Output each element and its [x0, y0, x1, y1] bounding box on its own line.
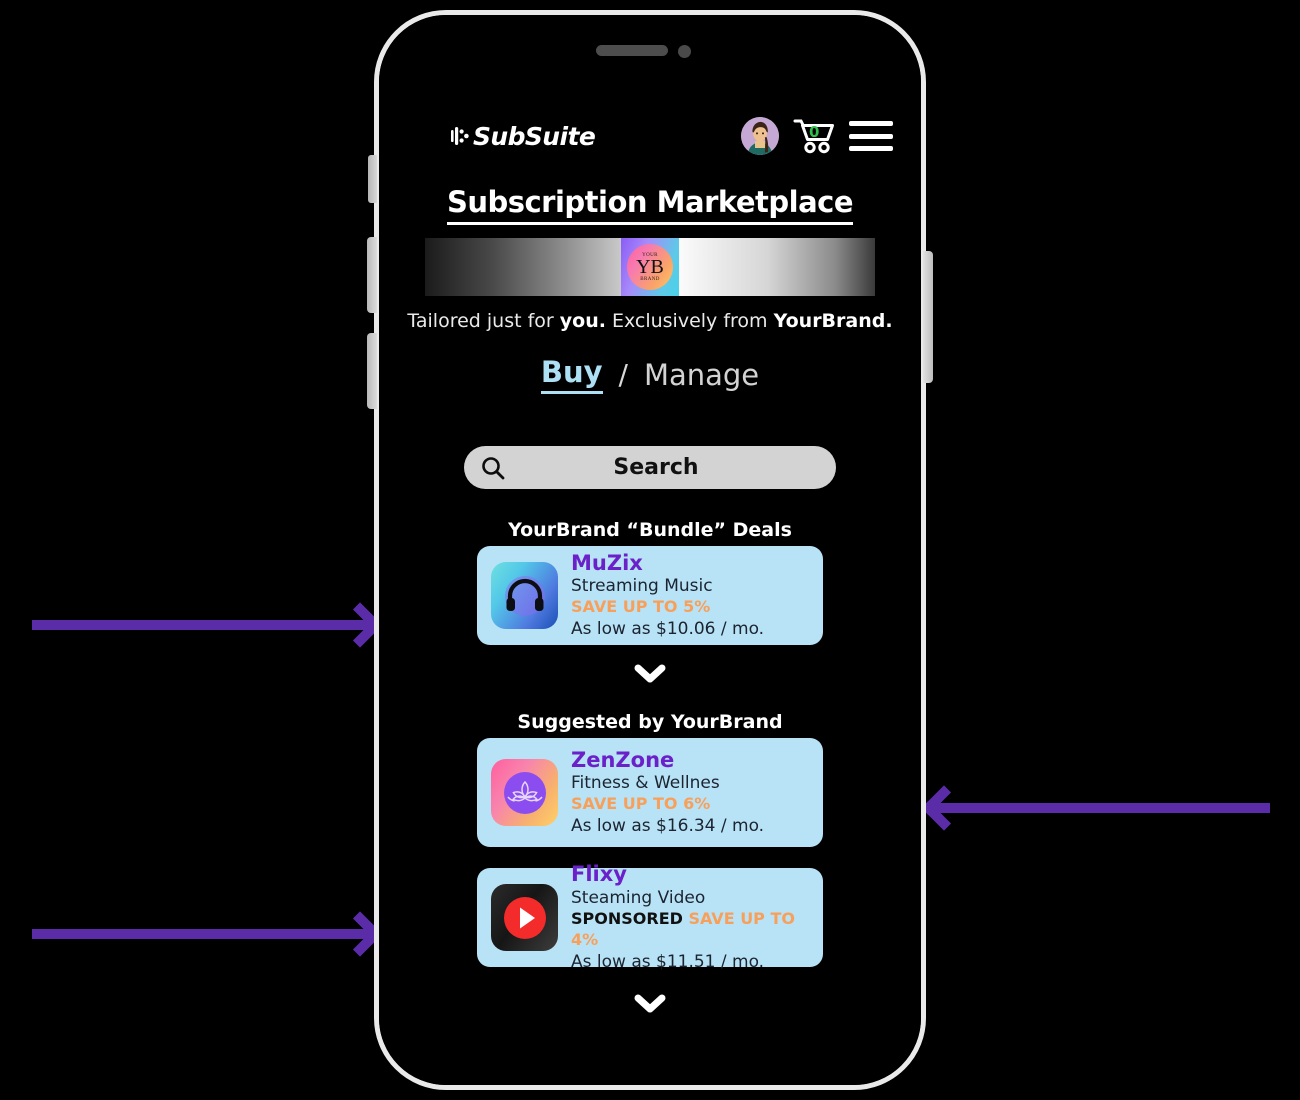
- tagline-bold-you: you.: [559, 310, 606, 332]
- headphones-icon: [491, 562, 558, 629]
- headphones-glyph: [504, 575, 545, 616]
- menu-bar-3: [849, 146, 893, 151]
- tab-manage[interactable]: Manage: [644, 358, 759, 392]
- menu-bar-2: [849, 133, 893, 139]
- product-card-flixy[interactable]: Flixy Steaming Video SPONSORED SAVE UP T…: [477, 862, 823, 972]
- play-glyph: [503, 896, 546, 939]
- card-promo: SPONSORED SAVE UP TO 4%: [571, 909, 809, 951]
- card-body-flixy: Flixy Steaming Video SPONSORED SAVE UP T…: [571, 862, 809, 973]
- badge-bottom-text: BRAND: [640, 276, 660, 282]
- card-body-muzix: MuZix Streaming Music SAVE UP TO 5% As l…: [571, 551, 809, 641]
- phone-frame: SubSuite 0 Subscription Marketplace YOUR…: [367, 10, 933, 1090]
- annotation-arrow-flixy: [32, 929, 372, 939]
- banner-gradient-right: [679, 238, 875, 296]
- card-promo: SAVE UP TO 5%: [571, 597, 809, 618]
- volume-down-button[interactable]: [367, 333, 377, 409]
- card-category: Streaming Music: [571, 576, 713, 597]
- play-button-icon: [491, 884, 558, 951]
- cart-count-badge: 0: [809, 123, 820, 141]
- product-card-muzix[interactable]: MuZix Streaming Music SAVE UP TO 5% As l…: [477, 546, 823, 645]
- search-placeholder: Search: [613, 455, 699, 480]
- magnifier-icon: [482, 456, 505, 479]
- section-heading-bundle: YourBrand “Bundle” Deals: [508, 519, 792, 541]
- tab-buy[interactable]: Buy: [540, 355, 603, 394]
- chevron-down-icon: [634, 664, 666, 683]
- user-avatar-icon: [741, 117, 779, 155]
- card-sponsored-badge: SPONSORED: [571, 909, 683, 929]
- card-promo-save: SAVE UP TO 5%: [571, 597, 711, 617]
- volume-up-button[interactable]: [367, 237, 377, 313]
- yourbrand-badge: YOUR YB BRAND: [627, 244, 673, 290]
- lotus-icon: [491, 759, 558, 826]
- tab-row: Buy / Manage: [379, 355, 921, 394]
- tab-separator: /: [618, 358, 628, 391]
- badge-monogram: YB: [636, 255, 664, 278]
- soundwave-icon: [451, 127, 469, 145]
- power-button[interactable]: [923, 251, 933, 383]
- app-header: SubSuite 0: [379, 105, 921, 167]
- expand-suggested-button[interactable]: [379, 993, 921, 1015]
- brand-logo-text: SubSuite: [473, 121, 596, 151]
- tagline-bold-brand: YourBrand.: [773, 310, 893, 332]
- banner-brand-tile: YOUR YB BRAND: [621, 238, 679, 296]
- menu-bar-1: [849, 121, 893, 126]
- speaker-grille-icon: [596, 45, 668, 56]
- card-price: As low as $16.34 / mo.: [571, 816, 765, 837]
- card-name: MuZix: [571, 550, 643, 575]
- card-category: Steaming Video: [571, 888, 706, 908]
- lotus-glyph: [503, 771, 546, 814]
- annotation-arrow-zenzone: [932, 803, 1270, 813]
- expand-bundle-button[interactable]: [379, 663, 921, 685]
- page-title: Subscription Marketplace: [379, 185, 921, 225]
- card-body-zenzone: ZenZone Fitness & Wellnes SAVE UP TO 6% …: [571, 748, 809, 838]
- phone-screen: SubSuite 0 Subscription Marketplace YOUR…: [379, 15, 921, 1085]
- card-promo-save: SAVE UP TO 6%: [571, 794, 711, 814]
- tagline-part1: Tailored just for: [407, 310, 560, 332]
- shopping-cart-icon[interactable]: 0: [793, 117, 835, 155]
- card-promo: SAVE UP TO 6%: [571, 794, 809, 815]
- mute-switch[interactable]: [368, 155, 377, 203]
- tagline-part2: Exclusively from: [605, 310, 774, 332]
- section-heading-suggested: Suggested by YourBrand: [517, 711, 783, 733]
- avatar[interactable]: [741, 117, 779, 155]
- page-title-text: Subscription Marketplace: [446, 185, 854, 225]
- annotation-arrow-muzix: [32, 620, 372, 630]
- header-actions: 0: [741, 117, 893, 155]
- card-name: ZenZone: [571, 747, 675, 772]
- tagline: Tailored just for you. Exclusively from …: [379, 310, 921, 332]
- card-name: Flixy: [571, 862, 627, 887]
- chevron-down-icon: [634, 994, 666, 1013]
- card-price: As low as $10.06 / mo.: [571, 619, 765, 640]
- search-input[interactable]: Search: [464, 446, 836, 489]
- banner-gradient-left: [425, 238, 621, 296]
- front-camera-icon: [678, 45, 691, 58]
- brand-logo[interactable]: SubSuite: [451, 121, 596, 151]
- card-price: As low as $11.51 / mo.: [571, 951, 765, 972]
- product-card-zenzone[interactable]: ZenZone Fitness & Wellnes SAVE UP TO 6% …: [477, 738, 823, 847]
- hamburger-menu-icon[interactable]: [849, 121, 893, 151]
- promo-banner[interactable]: YOUR YB BRAND: [425, 238, 875, 296]
- card-category: Fitness & Wellnes: [571, 773, 720, 794]
